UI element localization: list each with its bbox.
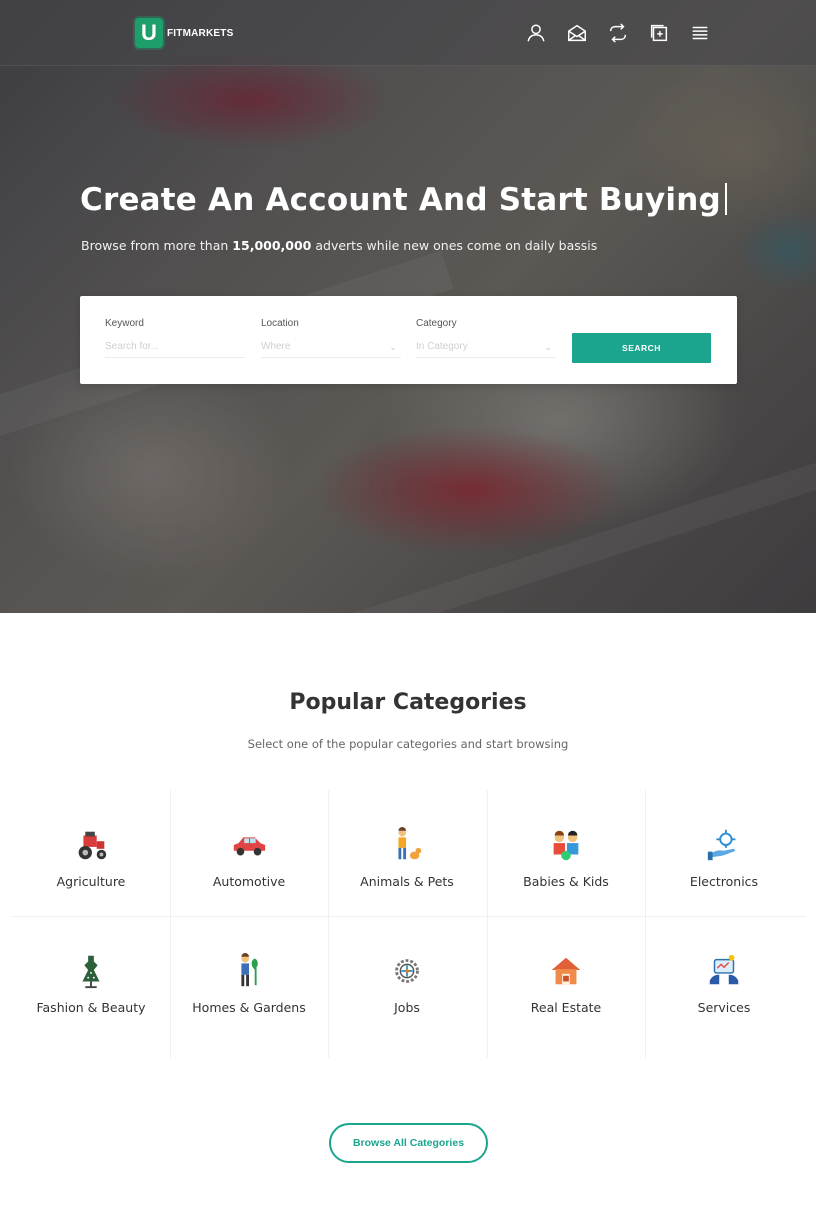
category-agriculture[interactable]: Agriculture	[12, 790, 170, 924]
category-animals-pets[interactable]: Animals & Pets	[328, 790, 486, 924]
keyword-input[interactable]: Search for...	[105, 336, 245, 358]
envelope-icon[interactable]	[565, 21, 589, 45]
top-navigation: U FITMARKETS	[0, 0, 816, 66]
pet-owner-icon	[387, 825, 427, 865]
add-listing-icon[interactable]	[647, 21, 671, 45]
section-subtitle: Select one of the popular categories and…	[247, 737, 569, 751]
category-babies-kids[interactable]: Babies & Kids	[487, 790, 645, 924]
category-electronics[interactable]: Electronics	[645, 790, 803, 924]
category-label: Agriculture	[56, 873, 126, 889]
gear-badge-icon	[387, 951, 427, 991]
gardener-icon	[229, 951, 269, 991]
chevron-down-icon: ⌄	[544, 342, 552, 352]
category-label: Electronics	[689, 873, 759, 889]
category-label: Services	[697, 999, 751, 1015]
category-label: Real Estate	[530, 999, 602, 1015]
category-grid: Agriculture Automotive Animals & Pets Ba…	[12, 790, 806, 1058]
menu-icon[interactable]	[688, 21, 712, 45]
category-fashion-beauty[interactable]: Fashion & Beauty	[12, 916, 170, 1050]
tractor-icon	[71, 825, 111, 865]
advert-count: 15,000,000	[232, 238, 312, 253]
services-icon	[704, 951, 744, 991]
category-field: Category In Category ⌄	[416, 318, 556, 358]
hero-banner: U FITMARKETS Create An Account And Start…	[0, 0, 816, 613]
category-real-estate[interactable]: Real Estate	[487, 916, 645, 1050]
hero-title: Create An Account And Start Buying	[80, 182, 727, 218]
category-homes-gardens[interactable]: Homes & Gardens	[170, 916, 328, 1050]
category-label: Babies & Kids	[523, 873, 609, 889]
chevron-down-icon: ⌄	[389, 342, 397, 352]
category-label: Homes & Gardens	[192, 999, 306, 1015]
category-label: Animals & Pets	[360, 873, 454, 889]
search-form: Keyword Search for... Location Where ⌄ Ca…	[80, 296, 737, 384]
location-label: Location	[261, 318, 299, 329]
keyword-label: Keyword	[105, 318, 144, 329]
section-title: Popular Categories	[289, 690, 527, 715]
logo-text: FITMARKETS	[167, 27, 234, 39]
location-select[interactable]: Where ⌄	[261, 336, 401, 358]
logo[interactable]: U FITMARKETS	[135, 18, 233, 48]
kids-icon	[546, 825, 586, 865]
user-icon[interactable]	[524, 21, 548, 45]
category-label: Fashion & Beauty	[36, 999, 146, 1015]
hero-subtitle: Browse from more than 15,000,000 adverts…	[81, 238, 598, 253]
keyword-field: Keyword Search for...	[105, 318, 245, 358]
category-jobs[interactable]: Jobs	[328, 916, 486, 1050]
category-services[interactable]: Services	[645, 916, 803, 1050]
location-field: Location Where ⌄	[261, 318, 401, 358]
browse-all-categories-button[interactable]: Browse All Categories	[329, 1123, 488, 1163]
nav-icon-group	[524, 21, 712, 45]
category-label: Category	[416, 318, 457, 329]
refresh-icon[interactable]	[606, 21, 630, 45]
car-icon	[229, 825, 269, 865]
typing-caret	[724, 183, 727, 215]
category-label: Jobs	[394, 999, 420, 1015]
category-label: Automotive	[212, 873, 286, 889]
category-select[interactable]: In Category ⌄	[416, 336, 556, 358]
logo-mark: U	[135, 18, 163, 48]
house-icon	[546, 951, 586, 991]
electronics-hand-icon	[704, 825, 744, 865]
category-automotive[interactable]: Automotive	[170, 790, 328, 924]
dress-mannequin-icon	[71, 951, 111, 991]
search-button[interactable]: SEARCH	[572, 333, 711, 363]
